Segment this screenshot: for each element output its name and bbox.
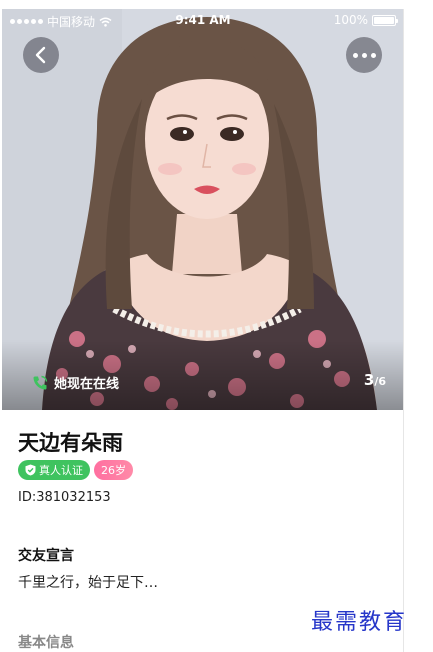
phone-icon (33, 375, 48, 390)
basic-info-title: 基本信息 (18, 635, 74, 651)
verified-badge-label: 真人认证 (39, 464, 83, 477)
profile-screen: 中国移动 9:41 AM 100% 她现在在线 3/6 天边有朵雨 真人认证 2… (2, 9, 404, 652)
battery-icon (372, 14, 398, 26)
verified-badge: 真人认证 (18, 460, 90, 480)
declaration-text: 千里之行，始于足下… (18, 575, 158, 591)
online-status-label: 她现在在线 (54, 377, 120, 392)
photo-total: 6 (378, 375, 386, 388)
shield-check-icon (25, 464, 36, 476)
age-badge-label: 26岁 (101, 464, 126, 477)
back-button[interactable] (23, 37, 59, 73)
badge-row: 真人认证 26岁 (18, 460, 133, 480)
more-dots-icon (352, 52, 376, 58)
watermark: 最需教育 (311, 610, 408, 635)
online-status: 她现在在线 (32, 373, 119, 392)
age-badge: 26岁 (94, 460, 133, 480)
more-button[interactable] (346, 37, 382, 73)
photo-counter: 3/6 (363, 371, 386, 389)
status-bar: 中国移动 9:41 AM 100% (2, 9, 403, 31)
profile-name: 天边有朵雨 (18, 431, 123, 455)
declaration-title: 交友宣言 (18, 548, 74, 564)
status-right: 100% (333, 13, 398, 27)
photo-current-index: 3 (363, 371, 375, 389)
battery-percent: 100% (333, 13, 368, 27)
profile-photo[interactable]: 中国移动 9:41 AM 100% 她现在在线 3/6 (2, 9, 403, 410)
user-id: ID:381032153 (18, 490, 111, 505)
chevron-left-icon (35, 46, 46, 64)
